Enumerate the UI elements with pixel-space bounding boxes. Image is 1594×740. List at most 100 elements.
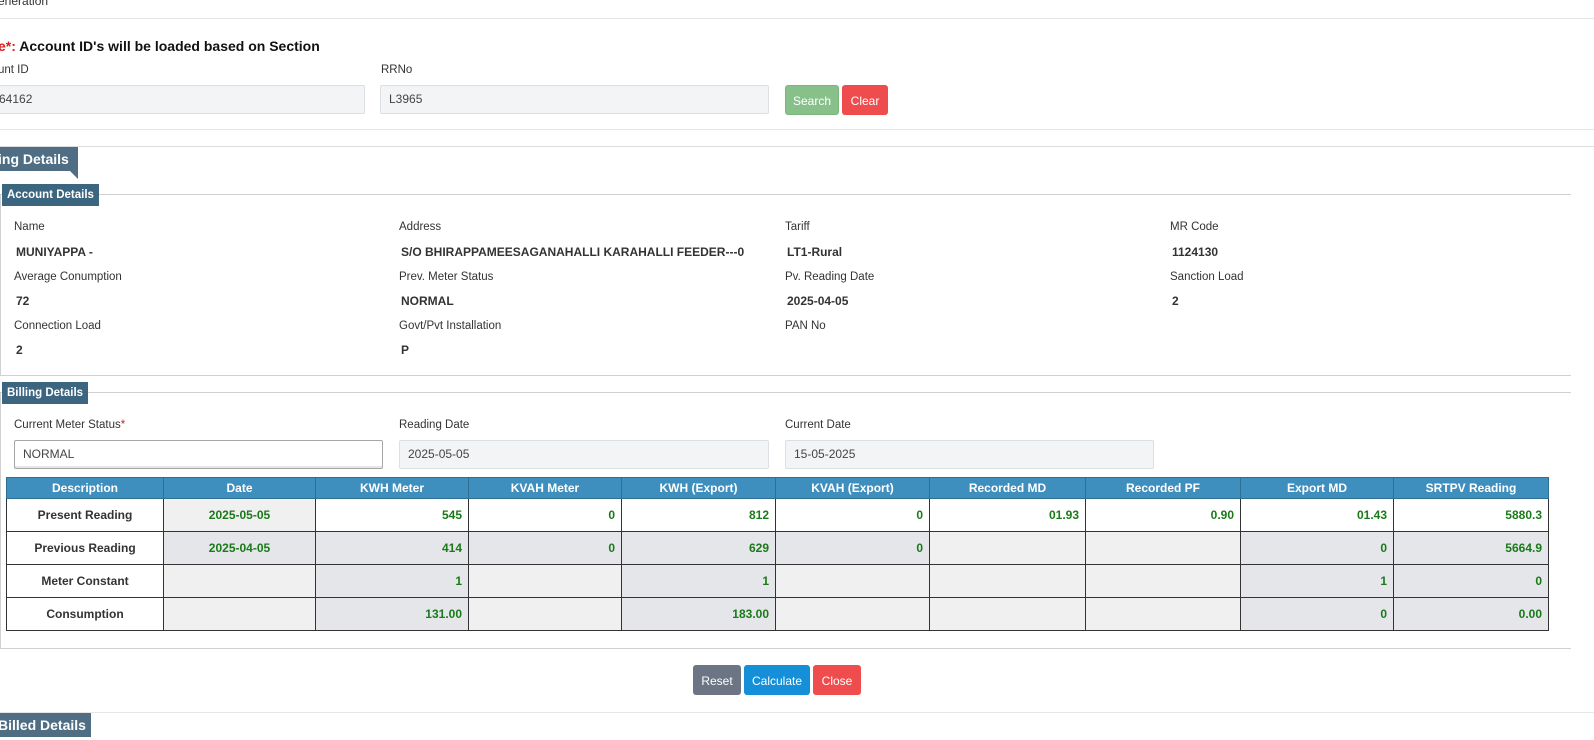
constant-kwh-export-cell: 1 (621, 564, 776, 598)
present-srtpv-input[interactable]: 5880.3 (1393, 498, 1549, 532)
previous-kvah-cell: 0 (468, 531, 622, 565)
constant-recorded-md-cell (929, 564, 1086, 598)
connection-load-value: 2 (16, 343, 23, 357)
constant-kvah-export-cell (775, 564, 930, 598)
divider (0, 712, 1594, 713)
account-details-legend: Account Details (2, 184, 99, 206)
account-id-input[interactable]: 64162 (0, 85, 365, 114)
constant-srtpv-cell: 0 (1393, 564, 1549, 598)
consumption-kvah-export-cell (775, 597, 930, 631)
column-header: Recorded MD (929, 477, 1086, 499)
name-label: Name (14, 221, 45, 233)
recorded-md-input[interactable]: 01.93 (929, 498, 1086, 532)
rrno-label: RRNo (381, 64, 413, 76)
reading-date-label: Reading Date (399, 419, 470, 431)
current-date-label: Current Date (785, 419, 851, 431)
previous-kvah-export-cell: 0 (775, 531, 930, 565)
clear-button[interactable]: Clear (842, 85, 888, 115)
sanction-load-value: 2 (1172, 294, 1179, 308)
column-header: Description (6, 477, 164, 499)
address-value: S/O BHIRAPPAMEESAGANAHALLI KARAHALLI FEE… (401, 245, 745, 259)
table-header-row: Description Date KWH Meter KVAH Meter KW… (6, 477, 1549, 499)
previous-date-cell: 2025-04-05 (163, 531, 316, 565)
consumption-kwh-cell: 131.00 (315, 597, 469, 631)
divider (0, 129, 1594, 130)
address-label: Address (399, 221, 442, 233)
average-consumption-label: Average Conumption (14, 271, 122, 283)
mr-code-value: 1124130 (1172, 245, 1219, 259)
previous-recorded-md-cell (929, 531, 1086, 565)
divider (0, 18, 1594, 19)
table-row-consumption: Consumption 131.00 183.00 0 0.00 (6, 597, 1549, 631)
required-mark: * (120, 419, 126, 431)
column-header: Export MD (1240, 477, 1394, 499)
account-id-label: unt ID (0, 64, 29, 76)
previous-srtpv-cell: 5664.9 (1393, 531, 1549, 565)
row-description: Present Reading (6, 498, 164, 532)
row-description: Consumption (6, 597, 164, 631)
column-header: KVAH (Export) (775, 477, 930, 499)
previous-kwh-export-cell: 629 (621, 531, 776, 565)
previous-recorded-pf-cell (1085, 531, 1241, 565)
present-kvah-input[interactable]: 0 (468, 498, 622, 532)
constant-kwh-cell: 1 (315, 564, 469, 598)
reset-button[interactable]: Reset (693, 665, 741, 695)
close-button[interactable]: Close (813, 665, 861, 695)
row-description: Previous Reading (6, 531, 164, 565)
consumption-kvah-cell (468, 597, 622, 631)
current-meter-status-label-text: Current Meter Status (14, 419, 121, 431)
column-header: KWH Meter (315, 477, 469, 499)
rrno-input[interactable]: L3965 (380, 85, 769, 114)
table-row-previous-reading: Previous Reading 2025-04-05 414 0 629 0 … (6, 531, 1549, 565)
average-consumption-value: 72 (16, 294, 30, 308)
constant-kvah-cell (468, 564, 622, 598)
column-header: SRTPV Reading (1393, 477, 1549, 499)
consumption-recorded-pf-cell (1085, 597, 1241, 631)
billed-details-section-tab: Billed Details (0, 713, 91, 737)
mr-code-label: MR Code (1170, 221, 1219, 233)
pv-reading-date-value: 2025-04-05 (787, 294, 849, 308)
prev-meter-status-label: Prev. Meter Status (399, 271, 494, 283)
previous-export-md-cell: 0 (1240, 531, 1394, 565)
tariff-value: LT1-Rural (787, 245, 843, 259)
present-kwh-export-input[interactable]: 812 (621, 498, 776, 532)
installation-type-value: P (401, 343, 410, 357)
section-note: e*: Account ID's will be loaded based on… (0, 38, 320, 54)
present-kvah-export-input[interactable]: 0 (775, 498, 930, 532)
connection-load-label: Connection Load (14, 320, 101, 332)
readings-table: Description Date KWH Meter KVAH Meter KW… (6, 477, 1549, 631)
pv-reading-date-label: Pv. Reading Date (785, 271, 875, 283)
reading-date-input[interactable]: 2025-05-05 (399, 440, 769, 469)
current-date-input[interactable]: 15-05-2025 (785, 440, 1154, 469)
present-kwh-input[interactable]: 545 (315, 498, 469, 532)
consumption-srtpv-cell: 0.00 (1393, 597, 1549, 631)
current-meter-status-label: Current Meter Status* (14, 419, 125, 431)
consumption-recorded-md-cell (929, 597, 1086, 631)
prev-meter-status-value: NORMAL (401, 294, 454, 308)
row-description: Meter Constant (6, 564, 164, 598)
table-row-present-reading: Present Reading 2025-05-05 545 0 812 0 0… (6, 498, 1549, 532)
calculate-button[interactable]: Calculate (744, 665, 810, 695)
recorded-pf-input[interactable]: 0.90 (1085, 498, 1241, 532)
previous-kwh-cell: 414 (315, 531, 469, 565)
installation-type-label: Govt/Pvt Installation (399, 320, 502, 332)
column-header: KWH (Export) (621, 477, 776, 499)
pan-no-label: PAN No (785, 320, 826, 332)
note-text: Account ID's will be loaded based on Sec… (15, 38, 320, 54)
search-button[interactable]: Search (785, 85, 839, 115)
export-md-input[interactable]: 01.43 (1240, 498, 1394, 532)
current-meter-status-select[interactable]: NORMAL (14, 440, 383, 469)
constant-export-md-cell: 1 (1240, 564, 1394, 598)
consumption-export-md-cell: 0 (1240, 597, 1394, 631)
column-header: KVAH Meter (468, 477, 622, 499)
present-date-cell: 2025-05-05 (163, 498, 316, 532)
table-row-meter-constant: Meter Constant 1 1 1 0 (6, 564, 1549, 598)
billing-details-legend: Billing Details (2, 382, 89, 404)
sanction-load-label: Sanction Load (1170, 271, 1244, 283)
consumption-kwh-export-cell: 183.00 (621, 597, 776, 631)
billing-details-section-tab: ing Details (0, 147, 78, 171)
divider (0, 146, 1594, 147)
page-title: eneration (0, 0, 49, 8)
name-value: MUNIYAPPA - (16, 245, 93, 259)
note-required-mark: e*: (0, 38, 16, 54)
